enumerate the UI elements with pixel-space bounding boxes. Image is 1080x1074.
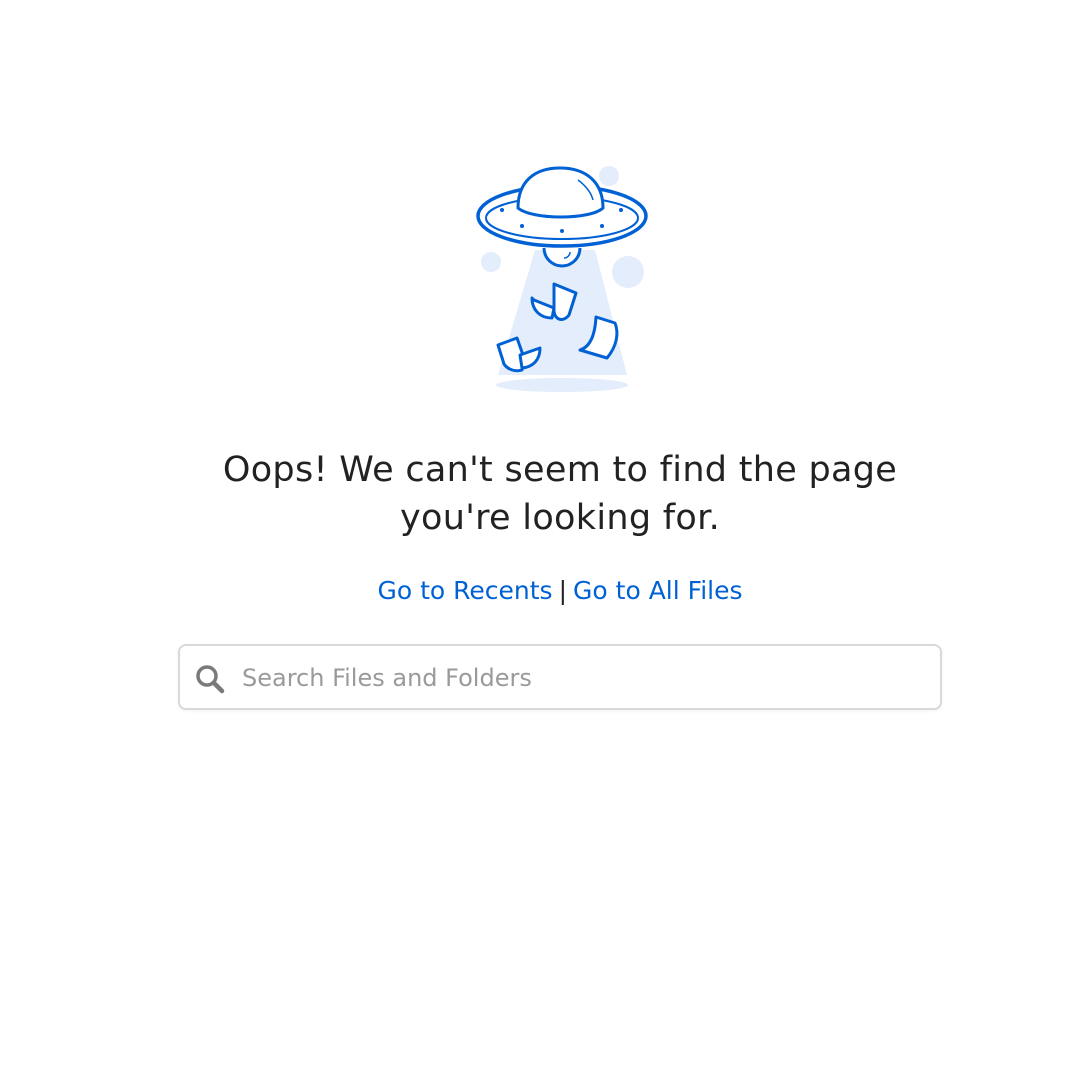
- navigation-links: Go to Recents | Go to All Files: [140, 574, 980, 608]
- not-found-page: Oops! We can't seem to find the page you…: [0, 0, 1080, 1074]
- ufo-abducting-files-icon: [476, 166, 648, 392]
- search-icon: [196, 665, 225, 694]
- search-box[interactable]: [178, 644, 942, 710]
- go-to-all-files-link[interactable]: Go to All Files: [573, 576, 742, 605]
- error-message-line2: you're looking for.: [399, 498, 721, 538]
- search-input[interactable]: [242, 656, 922, 700]
- go-to-recents-link[interactable]: Go to Recents: [378, 576, 553, 605]
- error-message: Oops! We can't seem to find the page you…: [140, 446, 980, 542]
- error-message-line1: Oops! We can't seem to find the page: [222, 450, 898, 490]
- link-separator: |: [558, 576, 568, 605]
